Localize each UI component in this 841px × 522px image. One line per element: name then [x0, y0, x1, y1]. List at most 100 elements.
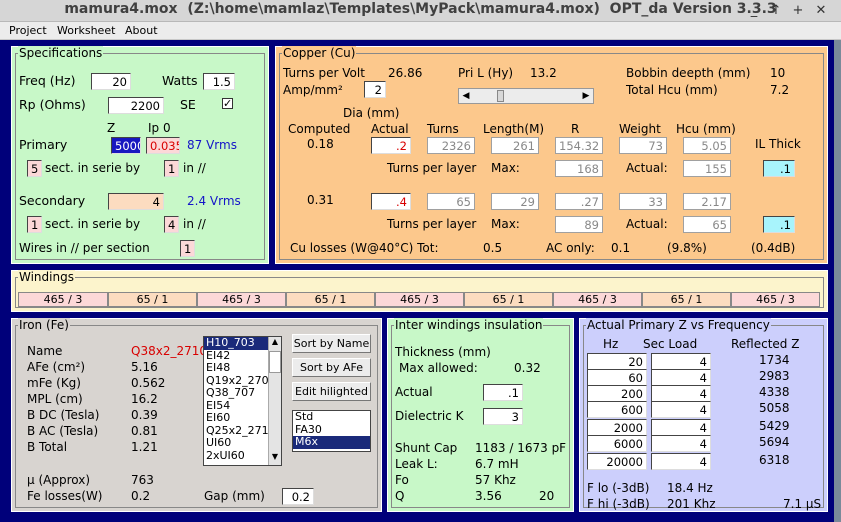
- primary-z-input[interactable]: 5000: [111, 137, 141, 154]
- scrollbar-thumb[interactable]: [269, 351, 281, 373]
- winding-cell: 65 / 1: [108, 292, 197, 307]
- winding-cell: 465 / 3: [553, 292, 642, 307]
- secondary-r-field: .27: [555, 193, 603, 210]
- secondary-act-label: Actual:: [626, 217, 668, 231]
- dielectric-input[interactable]: 3: [483, 408, 523, 425]
- total-hcu-value: 7.2: [770, 83, 790, 97]
- reflected-z-value: 2983: [759, 369, 790, 383]
- turns-col-label: Turns: [427, 122, 459, 136]
- freq-input[interactable]: 20: [91, 73, 131, 90]
- frequency-title: Actual Primary Z vs Frequency: [586, 318, 771, 332]
- cu-losses-total: 0.5: [483, 241, 503, 255]
- amp-input[interactable]: 2: [364, 81, 386, 98]
- secondary-sect-label: sect. in serie by: [45, 217, 141, 231]
- primary-sect-input[interactable]: 5: [27, 160, 42, 177]
- minimize-icon[interactable]: _: [746, 3, 762, 18]
- sec-load-input[interactable]: 4: [651, 369, 711, 386]
- ac-only-label: AC only:: [546, 241, 595, 255]
- tpv-label: Turns per Volt: [283, 66, 365, 80]
- specifications-title: Specifications: [18, 46, 104, 60]
- secondary-label: Secondary: [19, 193, 86, 208]
- freq-hz-input[interactable]: 20000: [587, 453, 647, 470]
- lamination-type-list[interactable]: Std FA30 M6x: [292, 410, 371, 452]
- slider-right-arrow-icon[interactable]: ▶: [580, 90, 592, 102]
- winding-cell: 65 / 1: [464, 292, 553, 307]
- window-title: mamura4.mox (Z:\home\mamlaz\Templates\My…: [64, 1, 777, 17]
- wires-label: Wires in // per section: [19, 241, 150, 255]
- insulation-title: Inter windings insulation: [394, 318, 544, 332]
- secondary-actual-dia-input[interactable]: .4: [371, 193, 411, 210]
- secondary-par-input[interactable]: 4: [164, 216, 179, 233]
- wires-input[interactable]: 1: [180, 240, 195, 257]
- secondary-sect-input[interactable]: 1: [27, 216, 42, 233]
- hz-col-label: Hz: [603, 337, 619, 351]
- rp-input[interactable]: 2200: [108, 97, 164, 114]
- primary-il-thick-input[interactable]: .1: [763, 160, 795, 177]
- primary-par-input[interactable]: 1: [164, 160, 179, 177]
- amp-label: Amp/mm²: [283, 83, 343, 97]
- sort-by-afe-button[interactable]: Sort by AFe: [292, 358, 371, 377]
- winding-cell: 465 / 3: [197, 292, 286, 307]
- rp-label: Rp (Ohms): [19, 97, 86, 112]
- slider-left-arrow-icon[interactable]: ◀: [460, 90, 472, 102]
- pril-slider[interactable]: ◀ ▶: [458, 88, 594, 104]
- lamination-type-item[interactable]: M6x: [293, 436, 370, 449]
- restore-icon[interactable]: ↑: [768, 3, 784, 18]
- secondary-il-thick-input[interactable]: .1: [763, 216, 795, 233]
- freq-hz-input[interactable]: 200: [587, 385, 647, 402]
- copper-title: Copper (Cu): [282, 46, 357, 60]
- il-thick-label: IL Thick: [755, 137, 801, 151]
- freq-hz-input[interactable]: 20: [587, 353, 647, 370]
- ac-only-value: 0.1: [611, 241, 631, 255]
- iron-title: Iron (Fe): [18, 318, 70, 332]
- sec-load-input[interactable]: 4: [651, 401, 711, 418]
- scroll-down-icon[interactable]: ▼: [269, 452, 281, 464]
- secondary-length-field: 29: [491, 193, 539, 210]
- reflected-z-value: 4338: [759, 385, 790, 399]
- mu-value: 763: [131, 473, 154, 487]
- gap-input[interactable]: 0.2: [282, 488, 314, 505]
- sec-load-input[interactable]: 4: [651, 453, 711, 470]
- primary-sect-label: sect. in serie by: [45, 161, 141, 175]
- fhi-value: 201 Khz: [667, 497, 716, 511]
- winding-cell: 465 / 3: [731, 292, 820, 307]
- watts-input[interactable]: 1.5: [203, 73, 235, 90]
- insul-actual-input[interactable]: .1: [483, 384, 523, 401]
- slider-thumb[interactable]: [497, 90, 504, 102]
- ac-only-percent: (9.8%): [667, 241, 707, 255]
- fe-losses-label: Fe losses(W): [27, 489, 103, 503]
- btotal-value: 1.21: [131, 440, 158, 454]
- reflected-z-value: 5058: [759, 401, 790, 415]
- se-checkbox[interactable]: ✓: [222, 98, 233, 109]
- fe-losses-value: 0.2: [131, 489, 151, 503]
- freq-hz-input[interactable]: 2000: [587, 419, 647, 436]
- maximize-icon[interactable]: +: [790, 3, 806, 18]
- close-icon[interactable]: ✕: [813, 3, 829, 18]
- freq-hz-input[interactable]: 6000: [587, 435, 647, 452]
- sort-by-name-button[interactable]: Sort by Name: [292, 334, 371, 353]
- z-label: Z: [107, 121, 116, 135]
- sec-load-input[interactable]: 4: [651, 435, 711, 452]
- lamination-type-item[interactable]: FA30: [293, 424, 370, 437]
- freq-hz-input[interactable]: 60: [587, 369, 647, 386]
- freq-hz-input[interactable]: 600: [587, 401, 647, 418]
- lamination-type-item[interactable]: Std: [293, 411, 370, 424]
- menu-about[interactable]: About: [125, 24, 158, 37]
- reflected-z-value: 1734: [759, 353, 790, 367]
- primary-actual-dia-input[interactable]: .2: [371, 137, 411, 154]
- secondary-vrms: 2.4 Vrms: [187, 194, 241, 208]
- primary-turns-field: 2326: [427, 137, 475, 154]
- se-label: SE: [180, 97, 196, 112]
- fo-label: Fo: [395, 473, 409, 487]
- edit-highlighted-button[interactable]: Edit hilighted: [292, 382, 371, 401]
- menu-worksheet[interactable]: Worksheet: [57, 24, 115, 37]
- sec-load-input[interactable]: 4: [651, 353, 711, 370]
- sec-load-input[interactable]: 4: [651, 385, 711, 402]
- bdc-value: 0.39: [131, 408, 158, 422]
- menu-project[interactable]: Project: [9, 24, 47, 37]
- scroll-up-icon[interactable]: ▲: [269, 337, 281, 349]
- sec-load-input[interactable]: 4: [651, 419, 711, 436]
- btotal-label: B Total: [27, 440, 68, 454]
- core-list-scrollbar[interactable]: ▲ ▼: [268, 337, 281, 465]
- secondary-z-input[interactable]: 4: [108, 193, 164, 210]
